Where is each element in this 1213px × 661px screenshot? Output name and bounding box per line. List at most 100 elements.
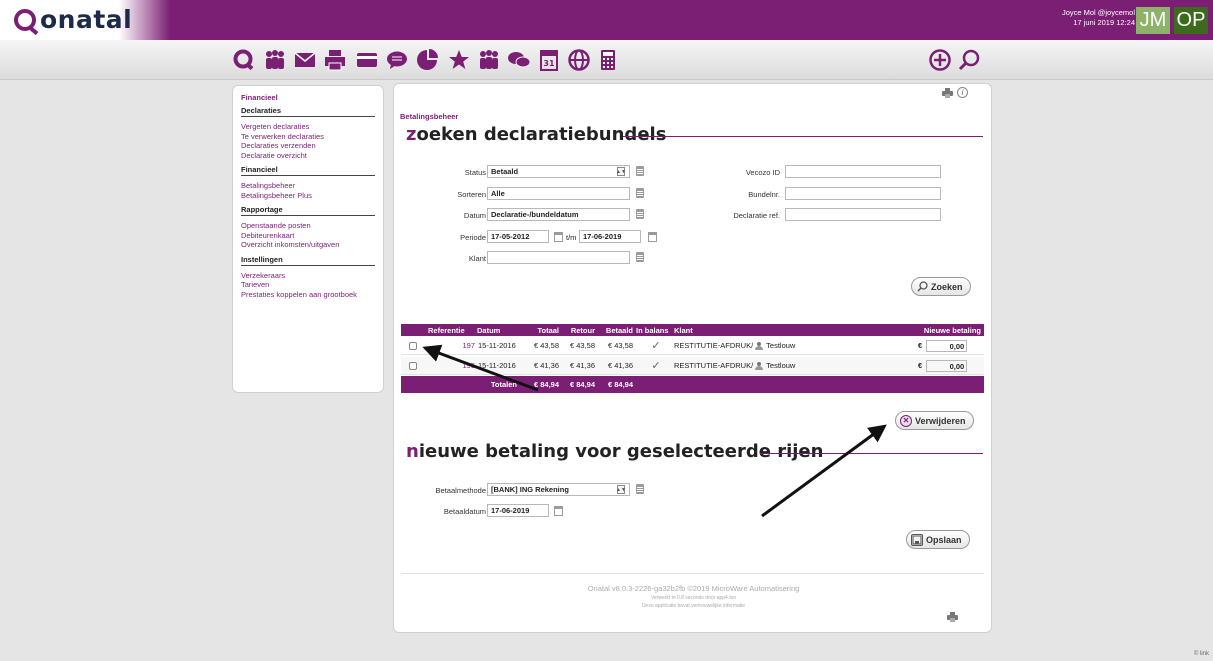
row-select-checkbox[interactable] [409,341,417,350]
table-totals-row: Totalen € 84,94 € 84,94 € 84,94 [401,376,984,393]
chat-bubble-icon[interactable] [385,48,409,72]
col-referentie[interactable]: Referentie [428,324,465,336]
print-icon[interactable] [947,612,958,622]
nieuwe-betaling-input[interactable]: 0,00 [926,359,968,372]
onatal-logo[interactable]: onatal [14,5,132,34]
sidebar-item-declaratie-overzicht[interactable]: Declaratie overzicht [241,151,375,161]
calculator-icon[interactable] [596,48,620,72]
calendar-icon[interactable] [648,232,657,242]
title-divider [623,136,983,137]
note-icon[interactable] [636,252,644,262]
pie-chart-icon[interactable] [415,48,439,72]
col-totaal[interactable]: Totaal [519,324,559,336]
calendar-icon[interactable] [554,506,563,516]
users-icon[interactable] [263,48,287,72]
select-arrow-icon[interactable]: ▲▼ [616,167,626,176]
periode-to-input[interactable]: 17-06-2019 [579,230,641,243]
add-circle-icon[interactable] [928,48,952,72]
card-icon[interactable] [355,48,379,72]
logo-q-icon [14,8,36,31]
sidebar-item-tarieven[interactable]: Tarieven [241,280,375,290]
sidebar-item-overzicht-inkomsten-uitgaven[interactable]: Overzicht inkomsten/uitgaven [241,240,375,250]
delete-button[interactable]: ✕ Verwijderen [895,411,974,430]
referentie-link[interactable]: 195 [462,361,475,370]
col-klant[interactable]: Klant [674,324,693,336]
col-retour[interactable]: Retour [559,324,595,336]
col-in-balans[interactable]: In balans [636,324,669,336]
print-icon[interactable] [942,88,953,98]
watermark-badge: © link [1193,651,1209,657]
star-icon[interactable] [447,48,471,72]
title-first-letter: n [406,441,419,462]
status-select[interactable]: Betaald [487,165,630,178]
avatar-jm[interactable]: JM [1136,7,1170,34]
row-klant[interactable]: RESTITUTIE-AFDRUK/ Testlouw [674,357,795,374]
sidebar-item-betalingsbeheer-plus[interactable]: Betalingsbeheer Plus [241,191,375,201]
payment-section-title: n ieuwe betaling voor geselecteerde rijen [406,441,823,462]
periode-from-input[interactable]: 17-05-2012 [487,230,549,243]
save-button[interactable]: Opslaan [906,530,970,549]
results-table-header: Referentie Datum Totaal Retour Betaald I… [401,324,984,336]
globe-icon[interactable] [567,48,591,72]
betaaldatum-input[interactable]: 17-06-2019 [487,504,549,517]
betaalmethode-label: Betaalmethode [435,486,486,495]
current-datetime: 17 juni 2019 12:24 [1073,18,1135,27]
calendar-icon[interactable] [554,232,563,242]
sidebar-item-vergeten-declaraties[interactable]: Vergeten declaraties [241,122,375,132]
sidebar-item-betalingsbeheer[interactable]: Betalingsbeheer [241,181,375,191]
comments-icon[interactable] [507,48,531,72]
calendar-31-icon[interactable]: 31 [537,48,561,72]
totals-betaald: € 84,94 [607,380,633,389]
row-totaal: € 41,36 [533,361,559,370]
sidebar-item-openstaande-posten[interactable]: Openstaande posten [241,221,375,231]
sidebar-item-prestaties-koppelen[interactable]: Prestaties koppelen aan grootboek [241,290,375,300]
periode-separator: t/m [566,233,577,242]
bundelnr-label: Bundelnr. [748,190,780,199]
sorteren-label: Sorteren [457,190,486,199]
home-q-icon[interactable] [232,48,256,72]
group-icon[interactable] [477,48,501,72]
sidebar-heading: Declaraties [241,106,375,117]
klant-label: Klant [468,254,486,263]
note-icon[interactable] [636,484,644,494]
col-betaald[interactable]: Betaald [595,324,633,336]
bundelnr-input[interactable] [785,187,941,200]
footer-timing: Verwerkt in 0.8 seconds door app4.ton [650,595,737,601]
avatar-op[interactable]: OP [1174,7,1208,34]
sidebar-item-declaraties-verzenden[interactable]: Declaraties verzenden [241,141,375,151]
declaratie-ref-label: Declaratie ref. [733,211,780,220]
mail-icon[interactable] [293,48,317,72]
search-icon [916,281,928,293]
svg-text:31: 31 [543,59,555,68]
sidebar-item-debiteurenkaart[interactable]: Debiteurenkaart [241,231,375,241]
row-select-checkbox[interactable] [409,361,417,370]
nieuwe-betaling-input[interactable]: 0,00 [926,339,968,352]
vecozo-input[interactable] [785,165,941,178]
remove-icon: ✕ [900,414,912,427]
sidebar-item-verzekeraars[interactable]: Verzekeraars [241,271,375,281]
referentie-link[interactable]: 197 [462,341,475,350]
row-klant[interactable]: RESTITUTIE-AFDRUK/ Testlouw [674,337,795,354]
printer-icon[interactable] [323,48,347,72]
sidebar-item-te-verwerken-declaraties[interactable]: Te verwerken declaraties [241,132,375,142]
note-icon[interactable] [636,209,644,219]
main-panel: i Betalingsbeheer z oeken declaratiebunde… [393,83,992,633]
declaratie-ref-input[interactable] [785,208,941,221]
currency-symbol: € [918,341,923,350]
sidebar: Financieel Declaraties Vergeten declarat… [232,85,384,393]
datum-select[interactable]: Declaratie-/bundeldatum [487,208,630,221]
info-icon[interactable]: i [957,87,968,98]
col-datum[interactable]: Datum [477,324,500,336]
row-retour: € 41,36 [569,361,595,370]
note-icon[interactable] [636,166,644,176]
klant-input[interactable] [487,251,630,264]
select-arrow-icon[interactable]: ▲▼ [616,485,626,494]
note-icon[interactable] [636,188,644,198]
sorteren-select[interactable]: Alle [487,187,630,200]
user-info: Joyce Mol @joycemol 17 juni 2019 12:24 [1062,8,1135,28]
search-button[interactable]: Zoeken [911,277,971,296]
row-totaal: € 43,58 [533,341,559,350]
search-icon[interactable] [957,48,981,72]
betaaldatum-label: Betaaldatum [443,507,486,516]
betaalmethode-select[interactable]: [BANK] ING Rekening [487,483,630,496]
